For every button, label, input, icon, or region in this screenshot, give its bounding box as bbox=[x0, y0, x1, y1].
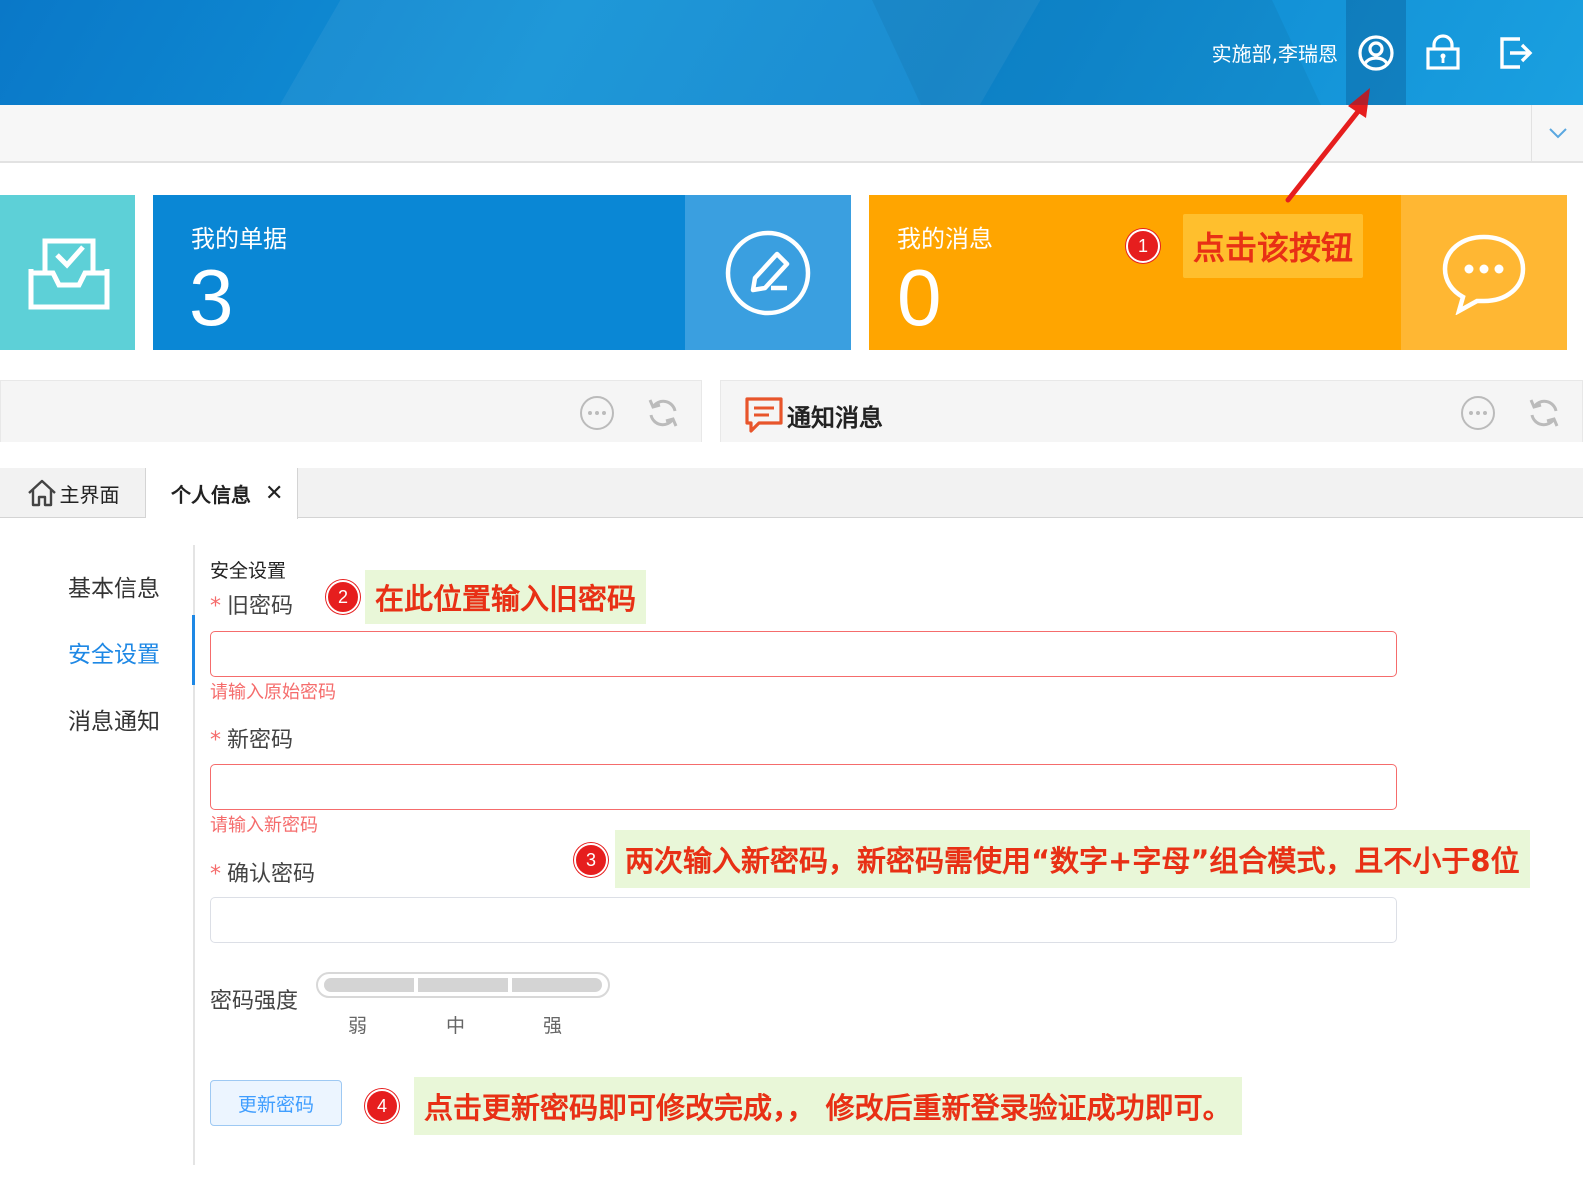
tab-profile[interactable]: 个人信息 ✕ bbox=[146, 468, 298, 519]
page: 实施部,李瑞恩 我的单据 3 我的消息 0 1 点击该按钮 通知消息 主界面 个… bbox=[0, 0, 1583, 1181]
close-icon[interactable]: ✕ bbox=[265, 481, 283, 506]
card-count: 0 bbox=[897, 253, 942, 342]
annotation-note: 点击更新密码即可修改完成，， 修改后重新登录验证成功即可。 bbox=[414, 1077, 1242, 1135]
home-icon bbox=[27, 479, 56, 507]
new-password-error: 请输入新密码 bbox=[210, 815, 318, 836]
card-icon-area bbox=[1401, 195, 1567, 350]
strength-label: 密码强度 bbox=[210, 989, 299, 1014]
lock-button[interactable] bbox=[1413, 0, 1473, 105]
label-text: 确认密码 bbox=[227, 862, 316, 887]
edit-icon bbox=[725, 230, 811, 315]
lock-icon bbox=[1426, 33, 1460, 70]
refresh-icon[interactable] bbox=[645, 395, 681, 431]
notice-panel-header: 通知消息 bbox=[720, 380, 1583, 442]
old-password-error: 请输入原始密码 bbox=[210, 682, 336, 703]
label-text: 旧密码 bbox=[227, 594, 294, 619]
strength-weak-label: 弱 bbox=[348, 1015, 368, 1037]
annotation-note: 两次输入新密码，新密码需使用“数字+字母”组合模式，且不小于8位 bbox=[615, 830, 1530, 888]
notice-title: 通知消息 bbox=[787, 403, 883, 432]
strength-segment bbox=[324, 978, 414, 992]
annotation-badge: 3 bbox=[574, 843, 608, 877]
card-title: 我的单据 bbox=[191, 225, 287, 253]
section-title: 安全设置 bbox=[210, 560, 287, 582]
strength-segment bbox=[512, 978, 602, 992]
annotation-note: 在此位置输入旧密码 bbox=[365, 570, 647, 624]
page-tabs: 主界面 个人信息 ✕ bbox=[0, 468, 1583, 519]
confirm-password-label: * 确认密码 bbox=[210, 856, 315, 888]
annotation-badge: 2 bbox=[326, 580, 360, 614]
side-nav-item-security[interactable]: 安全设置 bbox=[68, 635, 160, 669]
new-password-input[interactable] bbox=[210, 764, 1397, 810]
left-panel-header bbox=[0, 380, 702, 442]
required-mark: * bbox=[210, 594, 221, 619]
old-password-input[interactable] bbox=[210, 631, 1397, 677]
my-documents-card[interactable]: 我的单据 3 bbox=[153, 195, 851, 350]
chevron-down-icon bbox=[1548, 128, 1567, 139]
annotation-note: 点击该按钮 bbox=[1183, 214, 1364, 278]
password-strength-meter bbox=[316, 972, 610, 998]
chat-bubble-icon bbox=[1442, 234, 1526, 315]
update-password-button[interactable]: 更新密码 bbox=[210, 1080, 342, 1126]
annotation-badge: 4 bbox=[365, 1089, 399, 1123]
todo-card[interactable] bbox=[0, 195, 135, 350]
card-count: 3 bbox=[189, 253, 234, 342]
logout-icon bbox=[1500, 36, 1533, 69]
more-icon[interactable] bbox=[579, 395, 615, 431]
message-icon bbox=[745, 397, 783, 433]
panel-tools bbox=[579, 395, 681, 431]
label-text: 新密码 bbox=[227, 728, 294, 753]
annotation-badge: 1 bbox=[1126, 229, 1160, 263]
user-center-button[interactable] bbox=[1346, 0, 1406, 105]
old-password-label: * 旧密码 bbox=[210, 588, 293, 620]
refresh-icon[interactable] bbox=[1526, 395, 1562, 431]
strength-strong-label: 强 bbox=[543, 1015, 563, 1037]
side-nav-item-notify[interactable]: 消息通知 bbox=[68, 702, 160, 736]
user-center-icon bbox=[1358, 34, 1394, 71]
new-password-label: * 新密码 bbox=[210, 722, 293, 754]
tab-home[interactable]: 主界面 bbox=[0, 468, 146, 518]
tab-home-label: 主界面 bbox=[59, 482, 120, 507]
tabs-dropdown-button[interactable] bbox=[1531, 105, 1583, 161]
card-icon-area bbox=[685, 195, 851, 350]
side-nav-item-basic[interactable]: 基本信息 bbox=[68, 569, 160, 603]
top-header: 实施部,李瑞恩 bbox=[0, 0, 1583, 105]
panel-tools bbox=[1460, 395, 1562, 431]
card-title: 我的消息 bbox=[897, 225, 993, 253]
settings-side-nav: 基本信息 安全设置 消息通知 bbox=[0, 545, 195, 1165]
confirm-password-input[interactable] bbox=[210, 897, 1397, 943]
active-indicator bbox=[192, 615, 195, 685]
inbox-check-icon bbox=[28, 238, 109, 309]
strength-segment bbox=[418, 978, 508, 992]
panel-title: 通知消息 bbox=[743, 395, 883, 435]
current-user-label: 实施部,李瑞恩 bbox=[1211, 42, 1338, 66]
required-mark: * bbox=[210, 862, 221, 887]
strength-medium-label: 中 bbox=[446, 1015, 466, 1037]
required-mark: * bbox=[210, 728, 221, 753]
more-icon[interactable] bbox=[1460, 395, 1496, 431]
tab-profile-label: 个人信息 bbox=[171, 483, 251, 507]
logout-button[interactable] bbox=[1486, 0, 1546, 105]
